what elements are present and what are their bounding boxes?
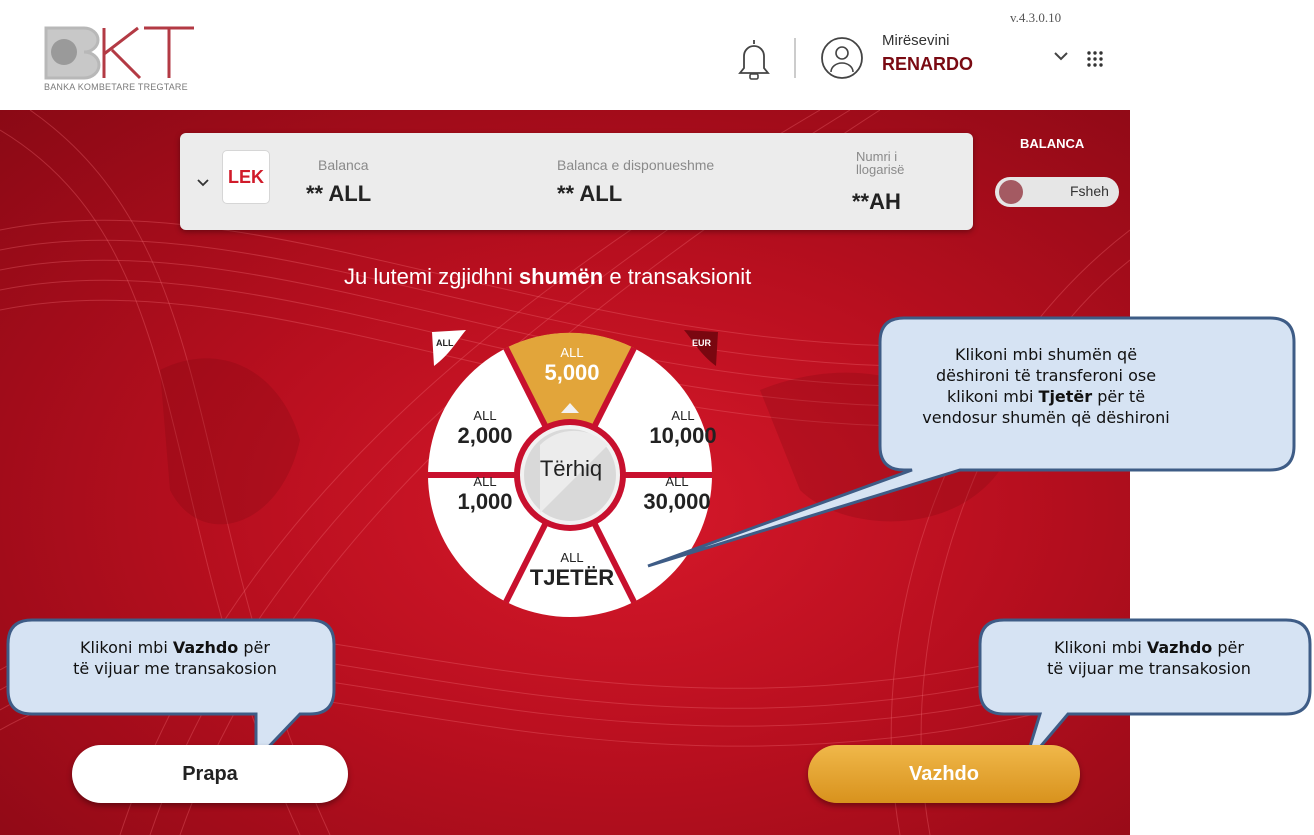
callout-middle-text: Klikoni mbi shumën që dëshironi të trans… — [886, 344, 1206, 428]
callout-line: të vijuar me transakosion — [73, 659, 277, 678]
callout-span: për — [1212, 638, 1244, 657]
callout-line: Klikoni mbi Vazhdo për — [12, 637, 338, 658]
callout-line: vendosur shumën që dëshironi — [922, 408, 1170, 427]
callout-emphasis: Tjetër — [1038, 387, 1093, 406]
callout-span: Klikoni mbi — [1054, 638, 1147, 657]
callout-span: për — [238, 638, 270, 657]
callout-emphasis: Vazhdo — [1146, 638, 1213, 657]
callout-line: klikoni mbi Tjetër për të — [886, 386, 1206, 407]
callout-left-text: Klikoni mbi Vazhdo për të vijuar me tran… — [12, 637, 338, 679]
callout-emphasis: Vazhdo — [172, 638, 239, 657]
callout-span: klikoni mbi — [946, 387, 1039, 406]
callout-line: dëshironi të transferoni ose — [935, 366, 1157, 385]
callout-line: të vijuar me transakosion — [1047, 659, 1251, 678]
callout-span: Klikoni mbi — [80, 638, 173, 657]
callout-line: Klikoni mbi Vazhdo për — [986, 637, 1312, 658]
callout-span: për të — [1092, 387, 1146, 406]
continue-button[interactable]: Vazhdo — [808, 745, 1080, 803]
back-button[interactable]: Prapa — [72, 745, 348, 803]
callout-line: Klikoni mbi shumën që — [954, 345, 1138, 364]
callout-right-text: Klikoni mbi Vazhdo për të vijuar me tran… — [986, 637, 1312, 679]
